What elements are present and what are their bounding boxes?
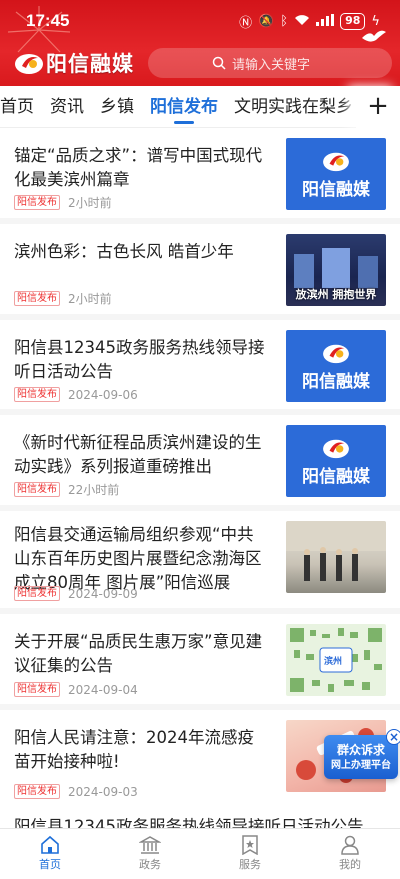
article-thumbnail: 滨州 <box>286 624 386 696</box>
search-icon <box>212 56 226 70</box>
list-item[interactable]: 滨州色彩：古色长风 皓首少年 阳信发布 2小时前 放滨州 拥抱世界 <box>0 224 400 320</box>
tab-news[interactable]: 资讯 <box>42 86 92 128</box>
article-title: 关于开展“品质民生惠万家”意见建议征集的公告 <box>14 632 263 675</box>
article-time: 2024-09-06 <box>68 387 138 402</box>
list-item[interactable]: 阳信县12345政务服务热线领导接听日活动公告 阳信发布 2024-09-06 … <box>0 320 400 415</box>
article-time: 2小时前 <box>68 196 112 210</box>
article-meta: 阳信发布 22小时前 <box>14 481 119 498</box>
nav-government[interactable]: 政务 <box>100 829 200 879</box>
tab-home[interactable]: 首页 <box>0 86 42 128</box>
status-time: 17:45 <box>26 11 70 30</box>
nav-profile[interactable]: 我的 <box>300 829 400 879</box>
article-list: 锚定“品质之求”：谱写中国式现代化最美滨州篇章 阳信发布 2小时前 阳信融媒 滨… <box>0 128 400 806</box>
article-meta: 阳信发布 2024-09-06 <box>14 387 138 402</box>
thumbnail-caption: 放滨州 拥抱世界 <box>295 288 377 301</box>
source-tag: 阳信发布 <box>14 682 60 697</box>
nav-home[interactable]: 首页 <box>0 829 100 879</box>
logo-mark-icon <box>323 152 349 171</box>
nav-home-label: 首页 <box>39 858 61 871</box>
list-item[interactable]: 《新时代新征程品质滨州建设的生动实践》系列报道重磅推出 阳信发布 22小时前 阳… <box>0 415 400 511</box>
tab-civilization[interactable]: 文明实践在梨乡 <box>226 86 361 128</box>
floating-complaint-banner[interactable]: 群众诉求 网上办理平台 × <box>324 729 400 779</box>
source-tag: 阳信发布 <box>14 784 60 799</box>
search-input[interactable]: 请输入关键字 <box>148 48 392 78</box>
logo-mark-icon <box>323 344 349 363</box>
category-tabs: 首页 资讯 乡镇 阳信发布 文明实践在梨乡 + <box>0 86 400 128</box>
app-name: 阳信融媒 <box>46 51 134 76</box>
article-title: 锚定“品质之求”：谱写中国式现代化最美滨州篇章 <box>14 146 263 189</box>
logo-mark-icon <box>323 439 349 458</box>
article-meta: 阳信发布 2小时前 <box>14 290 112 307</box>
nav-government-label: 政务 <box>139 858 161 871</box>
user-icon <box>341 835 359 855</box>
status-icons: Ⓝ 🔕 ᛒ 98 ϟ <box>239 12 380 31</box>
article-title: 阳信人民请注意：2024年流感疫苗开始接种啦! <box>14 728 254 771</box>
charging-icon: ϟ <box>371 14 380 29</box>
source-tag: 阳信发布 <box>14 482 60 497</box>
dove-icon <box>362 30 386 42</box>
wifi-icon <box>294 14 310 30</box>
nav-profile-label: 我的 <box>339 858 361 871</box>
signal-icon <box>316 13 335 30</box>
tab-yangxin-release[interactable]: 阳信发布 <box>142 86 226 128</box>
article-meta: 阳信发布 2024-09-03 <box>14 784 138 799</box>
close-banner-button[interactable]: × <box>386 729 400 745</box>
list-item[interactable]: 阳信县交通运输局组织参观“中共山东百年历史图片展暨纪念渤海区成立80周年 图片展… <box>0 511 400 614</box>
nav-service[interactable]: 服务 <box>200 829 300 879</box>
article-thumbnail <box>286 521 386 593</box>
app-header: 17:45 Ⓝ 🔕 ᛒ 98 ϟ 阳信融媒 请输入关键字 <box>0 0 400 86</box>
mute-icon: 🔕 <box>258 14 275 29</box>
article-meta: 阳信发布 2小时前 <box>14 194 112 211</box>
article-time: 2024-09-03 <box>68 784 138 799</box>
nfc-icon: Ⓝ <box>239 16 253 31</box>
list-item[interactable]: 关于开展“品质民生惠万家”意见建议征集的公告 阳信发布 2024-09-04 滨… <box>0 614 400 710</box>
article-title: 阳信县交通运输局组织参观“中共山东百年历史图片展暨纪念渤海区成立80周年 图片展… <box>14 525 262 592</box>
article-thumbnail: 阳信融媒 <box>286 138 386 210</box>
article-thumbnail: 阳信融媒 <box>286 425 386 497</box>
source-tag: 阳信发布 <box>14 387 60 402</box>
search-placeholder: 请输入关键字 <box>232 57 311 73</box>
thumbnail-brand-text: 阳信融媒 <box>302 179 370 200</box>
article-thumbnail: 放滨州 拥抱世界 <box>286 234 386 306</box>
qr-center-label: 滨州 <box>324 657 343 667</box>
service-icon <box>242 835 258 855</box>
visit-photo <box>286 521 386 581</box>
nav-service-label: 服务 <box>239 858 261 871</box>
article-title: 滨州色彩：古色长风 皓首少年 <box>14 242 234 261</box>
article-meta: 阳信发布 2024-09-04 <box>14 682 138 697</box>
logo-mark-icon <box>15 54 43 74</box>
government-icon <box>139 836 161 854</box>
banner-line2: 网上办理平台 <box>331 760 391 771</box>
source-tag: 阳信发布 <box>14 586 60 601</box>
add-tab-button[interactable]: + <box>356 86 400 128</box>
app-logo: 阳信融媒 <box>14 48 134 78</box>
tab-towns[interactable]: 乡镇 <box>92 86 142 128</box>
article-title: 阳信县12345政务服务热线领导接听日活动公告 <box>14 338 265 381</box>
article-meta: 阳信发布 2024-09-09 <box>14 586 138 601</box>
home-icon <box>41 835 59 854</box>
article-time: 2024-09-04 <box>68 682 138 697</box>
status-bar: 17:45 Ⓝ 🔕 ᛒ 98 ϟ <box>0 0 400 40</box>
thumbnail-brand-text: 阳信融媒 <box>302 466 370 487</box>
bottom-navigation: 首页 政务 服务 我的 <box>0 828 400 879</box>
source-tag: 阳信发布 <box>14 291 60 306</box>
source-tag: 阳信发布 <box>14 195 60 210</box>
bluetooth-icon: ᛒ <box>280 14 289 29</box>
article-title: 《新时代新征程品质滨州建设的生动实践》系列报道重磅推出 <box>14 433 262 476</box>
list-item[interactable]: 锚定“品质之求”：谱写中国式现代化最美滨州篇章 阳信发布 2小时前 阳信融媒 <box>0 128 400 224</box>
banner-line1: 群众诉求 <box>336 743 385 757</box>
article-time: 22小时前 <box>68 483 120 497</box>
article-time: 2024-09-09 <box>68 586 138 601</box>
article-time: 2小时前 <box>68 292 112 306</box>
thumbnail-brand-text: 阳信融媒 <box>302 371 370 392</box>
article-thumbnail: 阳信融媒 <box>286 330 386 402</box>
